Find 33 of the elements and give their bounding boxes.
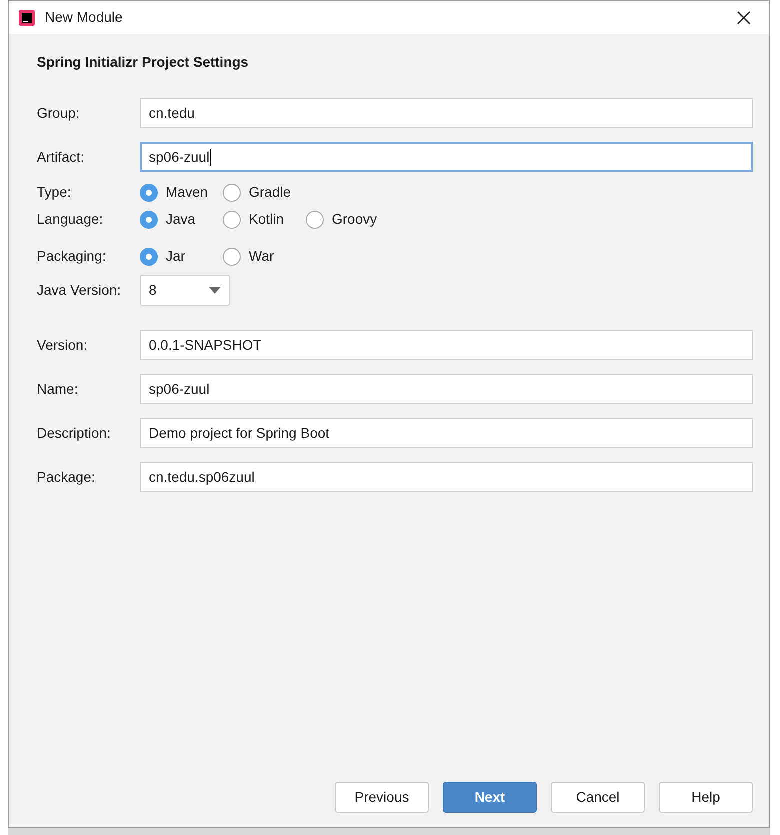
field-label: Artifact: — [37, 148, 86, 166]
radio-option[interactable]: Jar — [140, 246, 223, 267]
field-label: Packaging: — [37, 247, 108, 266]
radio-option[interactable]: Maven — [140, 182, 223, 203]
field-label: Version: — [37, 336, 89, 354]
field-label: Description: — [37, 424, 112, 443]
text-field[interactable]: Demo project for Spring Boot — [140, 418, 753, 448]
field-label: Type: — [37, 183, 72, 202]
field-label: Name: — [37, 380, 80, 398]
text-field[interactable]: sp06-zuul — [140, 374, 753, 404]
text-field[interactable]: 0.0.1-SNAPSHOT — [140, 330, 753, 360]
dialog-button[interactable]: Cancel — [551, 782, 645, 813]
radio-option[interactable]: Groovy — [306, 209, 378, 230]
dialog-button[interactable]: Next — [443, 782, 537, 813]
section-heading: Spring Initializr Project Settings — [37, 53, 250, 72]
text-field[interactable]: cn.tedu — [140, 98, 753, 128]
text-field[interactable]: sp06-zuul — [140, 142, 753, 172]
version-dropdown[interactable]: 8 — [140, 275, 230, 306]
close-icon[interactable] — [737, 10, 751, 24]
field-label: Package: — [37, 468, 96, 487]
field-label: Group: — [37, 104, 81, 123]
dialog-button[interactable]: Previous — [335, 782, 429, 813]
dialog-button[interactable]: Help — [659, 782, 753, 813]
radio-option[interactable]: Kotlin — [223, 209, 306, 230]
dropdown-arrow-icon[interactable] — [209, 287, 221, 294]
window-title: New Module — [45, 8, 123, 27]
field-label: Java Version: — [37, 281, 122, 300]
app-icon — [19, 10, 35, 26]
radio-option[interactable]: Gradle — [223, 182, 292, 203]
radio-option[interactable]: War — [223, 246, 274, 267]
field-label: Language: — [37, 210, 104, 229]
radio-option[interactable]: Java — [140, 209, 223, 230]
text-field[interactable]: cn.tedu.sp06zuul — [140, 462, 753, 492]
